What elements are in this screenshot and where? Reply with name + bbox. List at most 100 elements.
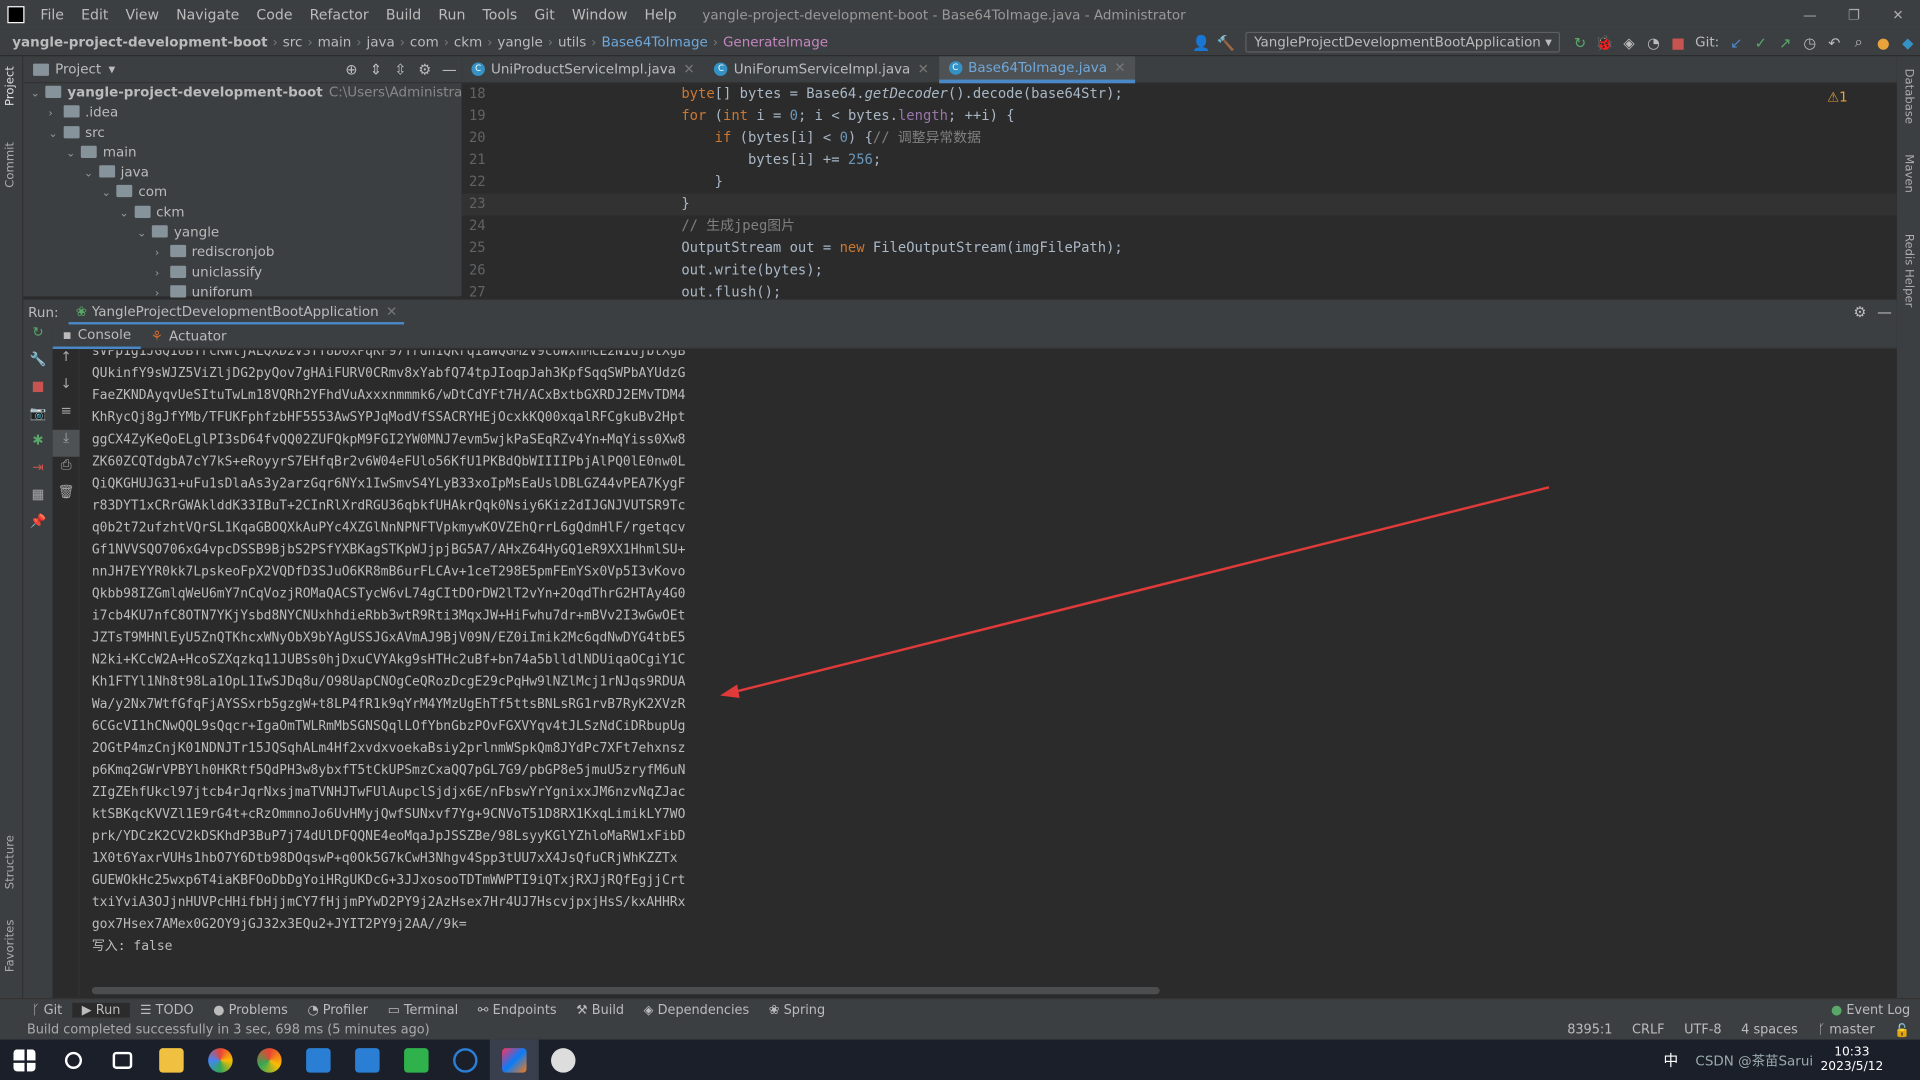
commit-tool-tab[interactable]: Commit: [4, 142, 17, 188]
app-window-icon[interactable]: [294, 1040, 343, 1080]
file-explorer-icon[interactable]: [147, 1040, 196, 1080]
menu-code[interactable]: Code: [248, 6, 301, 23]
tool-button-run[interactable]: ▶ Run: [72, 1002, 131, 1017]
tool-button-spring[interactable]: ❀ Spring: [759, 1002, 835, 1017]
qq-icon[interactable]: [539, 1040, 588, 1080]
minimize-button[interactable]: —: [1788, 7, 1832, 23]
code-line[interactable]: 18 byte[] bytes = Base64.getDecoder().de…: [462, 83, 1897, 105]
menu-edit[interactable]: Edit: [73, 6, 117, 23]
tool-button-endpoints[interactable]: ⚯ Endpoints: [468, 1002, 566, 1017]
breadcrumb-item[interactable]: yangle-project-development-boot: [7, 34, 272, 50]
tree-item[interactable]: ⌄ java: [23, 164, 461, 184]
trash-icon[interactable]: 🗑: [53, 484, 80, 511]
git-push-icon[interactable]: ↗: [1773, 34, 1797, 51]
user-icon[interactable]: 👤: [1189, 34, 1213, 51]
tree-item[interactable]: › rediscronjob: [23, 244, 461, 264]
code-line[interactable]: 22 }: [462, 171, 1897, 193]
app-window-icon-2[interactable]: [343, 1040, 392, 1080]
chevron-down-icon[interactable]: ⌄: [102, 188, 117, 200]
editor-tab[interactable]: C UniProductServiceImpl.java ✕: [462, 56, 705, 83]
profile-icon[interactable]: ◔: [1641, 34, 1665, 51]
editor-tab[interactable]: C UniForumServiceImpl.java ✕: [704, 56, 938, 83]
menu-view[interactable]: View: [117, 6, 168, 23]
menu-file[interactable]: File: [32, 6, 73, 23]
stop-icon[interactable]: ■: [1666, 34, 1690, 51]
code-line[interactable]: 19 for (int i = 0; i < bytes.length; ++i…: [462, 105, 1897, 127]
chevron-down-icon[interactable]: ⌄: [31, 88, 46, 100]
chevron-down-icon[interactable]: ⌄: [84, 168, 99, 180]
maximize-button[interactable]: ❐: [1832, 7, 1876, 23]
menu-help[interactable]: Help: [636, 6, 685, 23]
actuator-tab[interactable]: ⚘ Actuator: [141, 328, 236, 344]
chevron-down-icon[interactable]: ⌄: [48, 128, 63, 140]
camera-icon[interactable]: 📷: [23, 405, 52, 432]
exit-icon[interactable]: ⇥: [23, 459, 52, 486]
chevron-right-icon[interactable]: ›: [48, 108, 63, 120]
task-view-icon[interactable]: [98, 1040, 147, 1080]
menu-refactor[interactable]: Refactor: [301, 6, 377, 23]
warning-indicator[interactable]: ⚠1: [1827, 89, 1848, 105]
scroll-to-end-icon[interactable]: ⤓: [52, 429, 80, 457]
chrome-icon[interactable]: [245, 1040, 294, 1080]
chevron-down-icon[interactable]: ⌄: [119, 208, 134, 220]
event-log-button[interactable]: ● Event Log: [1821, 1002, 1920, 1017]
tool-button-git[interactable]: ᚴ Git: [22, 1002, 72, 1017]
chevron-right-icon[interactable]: ›: [155, 268, 170, 280]
breadcrumb-item[interactable]: Base64ToImage: [597, 34, 713, 50]
chevron-down-icon[interactable]: ⌄: [66, 148, 81, 160]
menu-git[interactable]: Git: [526, 6, 564, 23]
code-area[interactable]: 18 byte[] bytes = Base64.getDecoder().de…: [461, 83, 1897, 303]
arrow-down-icon[interactable]: ↓: [53, 376, 80, 403]
tool-button-profiler[interactable]: ◔ Profiler: [298, 1002, 378, 1017]
tree-item[interactable]: › uniclassify: [23, 264, 461, 284]
close-tab-icon[interactable]: ✕: [386, 303, 397, 319]
hide-icon[interactable]: —: [1872, 304, 1896, 321]
gear-icon[interactable]: ⚙: [413, 61, 437, 78]
gear-icon[interactable]: ⚙: [1848, 304, 1872, 321]
menu-run[interactable]: Run: [430, 6, 474, 23]
horizontal-scrollbar[interactable]: [91, 986, 1160, 995]
close-tab-icon[interactable]: ✕: [683, 61, 694, 77]
tree-item[interactable]: ⌄ yangle-project-development-boot C:\Users…: [23, 84, 542, 104]
tool-button-build[interactable]: ⚒ Build: [566, 1002, 634, 1017]
chevron-down-icon[interactable]: ⌄: [137, 228, 152, 240]
project-tool-tab[interactable]: Project: [4, 66, 17, 106]
close-tab-icon[interactable]: ✕: [918, 61, 929, 77]
menu-window[interactable]: Window: [563, 6, 636, 23]
search-icon[interactable]: [49, 1040, 98, 1080]
wrench-icon[interactable]: 🔧: [23, 351, 52, 378]
print-icon[interactable]: ⎙: [53, 457, 80, 484]
hbuilder-icon[interactable]: [392, 1040, 441, 1080]
tree-item[interactable]: ⌄ yangle: [23, 224, 461, 244]
menu-navigate[interactable]: Navigate: [168, 6, 248, 23]
breadcrumb-item[interactable]: yangle: [493, 34, 548, 50]
rollback-icon[interactable]: ↶: [1822, 34, 1846, 51]
tree-item[interactable]: › .idea: [23, 104, 461, 124]
redis-helper-tool-tab[interactable]: Redis Helper: [1902, 234, 1915, 308]
editor-tab[interactable]: C Base64ToImage.java ✕: [938, 55, 1136, 83]
breadcrumb-item[interactable]: main: [313, 34, 356, 50]
tree-item[interactable]: ⌄ com: [23, 184, 461, 204]
soft-wrap-icon[interactable]: ≡: [53, 403, 80, 430]
database-tool-tab[interactable]: Database: [1902, 69, 1915, 125]
breadcrumb-item[interactable]: java: [362, 34, 400, 50]
console-output[interactable]: sVPp1g1JGQ1oBYrcKWtjALQXD2VSTY8D0xPqKF97…: [92, 350, 1880, 974]
caret-position[interactable]: 8395:1: [1557, 1022, 1622, 1037]
breadcrumb-item[interactable]: com: [405, 34, 444, 50]
project-view-dropdown[interactable]: Project: [55, 61, 101, 77]
breadcrumb-item[interactable]: GenerateImage: [718, 34, 833, 50]
tree-item[interactable]: ⌄ src: [23, 124, 461, 144]
line-separator[interactable]: CRLF: [1622, 1022, 1674, 1037]
pin-icon[interactable]: 📌: [23, 513, 52, 540]
expand-all-icon[interactable]: ⇕: [364, 61, 388, 78]
start-button[interactable]: [0, 1040, 49, 1080]
git-branch[interactable]: ᚴ master: [1808, 1022, 1885, 1037]
history-icon[interactable]: ◷: [1798, 34, 1822, 51]
rerun-icon[interactable]: ↻: [1568, 34, 1592, 51]
code-line[interactable]: 26 out.write(bytes);: [462, 260, 1897, 282]
git-update-icon[interactable]: ↙: [1724, 34, 1748, 51]
app-icon[interactable]: [441, 1040, 490, 1080]
tool-button-dependencies[interactable]: ◈ Dependencies: [634, 1002, 759, 1017]
chevron-right-icon[interactable]: ›: [155, 248, 170, 260]
breadcrumb-item[interactable]: ckm: [449, 34, 487, 50]
